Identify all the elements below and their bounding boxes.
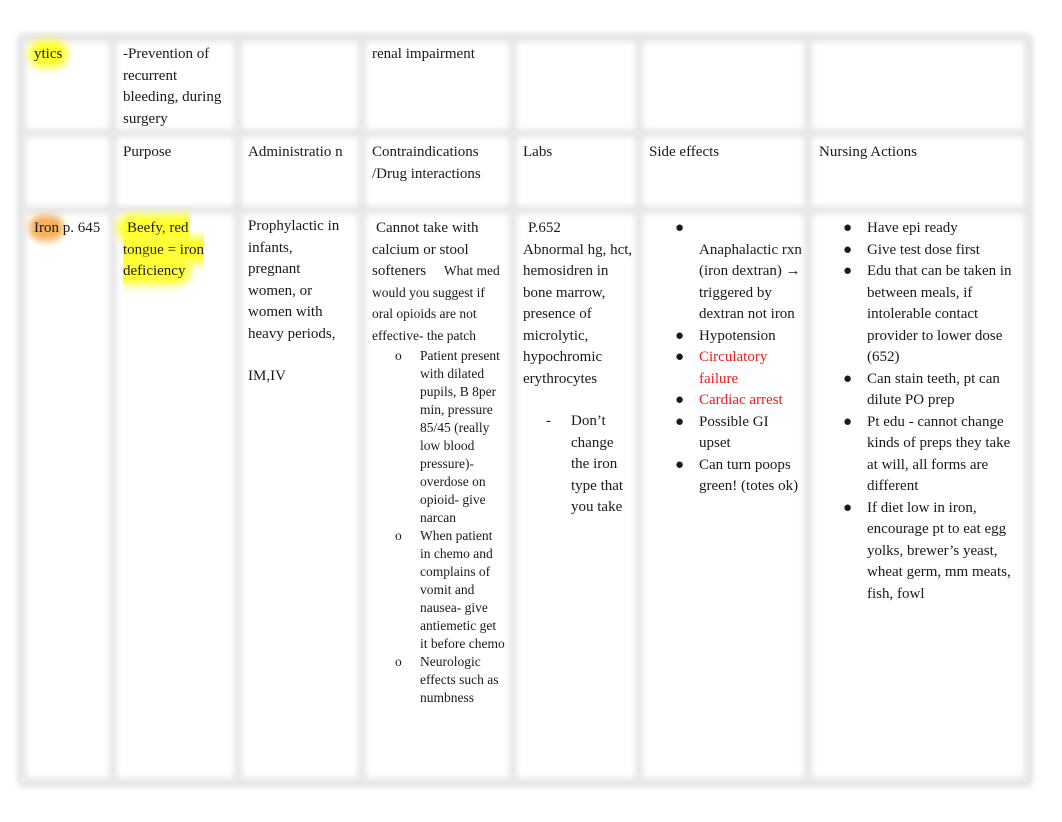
list-item-text <box>699 220 703 236</box>
administration-cell: Prophylactic in infants, pregnant women,… <box>248 216 340 388</box>
bullet-marker: ● <box>843 370 853 387</box>
bullet-marker: ● <box>843 263 853 279</box>
nursing-action-item: ● Pt edu - cannot change kinds of preps t… <box>843 412 1023 498</box>
side-effects-cell: ● Anaphalactic rxn (iron dextran) → trig… <box>675 218 803 498</box>
labs-text: Abnormal hg, hct, hemosidren in bone mar… <box>523 241 633 387</box>
bullet-marker: ● <box>843 499 853 516</box>
administration-text: Prophylactic in infants, pregnant women,… <box>248 218 340 342</box>
side-effect-item: ● Cardiac arrest <box>675 390 803 412</box>
bullet-marker: ● <box>675 220 685 236</box>
list-item-text: Can turn poops green! (totes ok) <box>699 456 799 495</box>
highlighted-purpose: Beefy, red tongue = iron deficiency <box>123 220 204 279</box>
drug-name-cell: ytics <box>34 44 63 66</box>
list-item-text: Anaphalactic rxn (iron dextran) → trigge… <box>699 241 802 323</box>
labs-cell: P.652 Abnormal hg, hct, hemosidren in bo… <box>523 218 635 519</box>
header-labs: Labs <box>523 144 553 160</box>
list-item-text: If diet low in iron, encourage pt to eat… <box>867 499 1011 602</box>
nursing-action-item: ● Edu that can be taken in between meals,… <box>843 261 1023 369</box>
header-administration: Administratio n <box>248 144 343 160</box>
bullet-marker: o <box>395 654 402 669</box>
nursing-action-item: ● Have epi ready <box>843 218 1023 240</box>
contraindication-subitem: o Neurologic effects such as numbness <box>372 653 506 707</box>
list-item-text: Can stain teeth, pt can dilute PO prep <box>867 370 1000 409</box>
grid-line <box>635 38 643 782</box>
list-item-text: Give test dose first <box>867 241 980 258</box>
bullet-marker: ● <box>675 392 685 408</box>
contraindication-subitem: o When patient in chemo and complains of … <box>372 527 506 653</box>
list-item-text: Possible GI upset <box>699 413 769 452</box>
side-effects-list: ● Anaphalactic rxn (iron dextran) → trig… <box>675 218 803 498</box>
bullet-marker: ● <box>675 349 685 365</box>
side-effect-item: ● <box>675 218 803 240</box>
grid-line <box>22 778 1028 786</box>
administration-route: IM,IV <box>248 368 286 384</box>
list-item-text: When patient in chemo and complains of v… <box>420 528 505 651</box>
drug-page-ref: p. 645 <box>59 220 101 236</box>
grid-line <box>22 206 1028 214</box>
grid-line <box>18 38 26 782</box>
nursing-action-item: ● Give test dose first <box>843 240 1023 262</box>
nursing-actions-cell: ● Have epi ready ● Give test dose first ● Ed… <box>843 218 1023 605</box>
nursing-action-item: ● If diet low in iron, encourage pt to ea… <box>843 498 1023 606</box>
labs-sublist: - Don’t change the iron type that you tak… <box>523 411 635 519</box>
grid-line <box>109 38 117 782</box>
highlighted-drug-name: Iron <box>34 220 59 236</box>
header-side-effects: Side effects <box>649 144 720 160</box>
bullet-marker: ● <box>675 456 685 473</box>
bullet-marker: o <box>395 348 402 363</box>
contraindications-cell: Cannot take with calcium or stool soften… <box>372 218 506 707</box>
contraindications-cell: renal impairment <box>372 46 475 62</box>
side-effect-item: Anaphalactic rxn (iron dextran) → trigge… <box>675 240 803 326</box>
grid-line <box>1024 38 1032 782</box>
grid-line <box>22 129 1028 137</box>
header-purpose: Purpose <box>123 144 172 160</box>
purpose-cell: Beefy, red tongue = iron deficiency <box>123 218 223 283</box>
header-nursing-actions: Nursing Actions <box>819 144 917 160</box>
nursing-action-item: ● Can stain teeth, pt can dilute PO prep <box>843 369 1023 412</box>
grid-line <box>358 38 366 782</box>
purpose-cell: -Prevention of recurrent bleeding, durin… <box>123 46 222 127</box>
list-item-text: Don’t change the iron type that you take <box>571 413 624 515</box>
side-effect-item: ● Possible GI upset <box>675 412 803 455</box>
bullet-marker: ● <box>843 220 853 236</box>
header-contraindications: Contraindications /Drug interactions <box>372 144 481 182</box>
list-item-text: Pt edu - cannot change kinds of preps th… <box>867 413 1011 495</box>
contraindication-subitem: o Patient present with dilated pupils, B … <box>372 347 506 527</box>
labs-subitem: - Don’t change the iron type that you tak… <box>523 411 635 519</box>
bullet-marker: o <box>395 528 402 543</box>
bullet-marker: - <box>546 413 551 429</box>
grid-line <box>804 38 812 782</box>
bullet-marker: ● <box>675 413 685 430</box>
list-item-text: Neurologic effects such as numbness <box>420 654 499 705</box>
bullet-marker: ● <box>675 327 685 344</box>
highlighted-drug-name: ytics <box>34 46 63 62</box>
bullet-marker: ● <box>843 413 853 430</box>
list-item-text: Have epi ready <box>867 220 958 236</box>
list-item-text: Cardiac arrest <box>699 392 783 408</box>
nursing-actions-list: ● Have epi ready ● Give test dose first ● Ed… <box>843 218 1023 605</box>
bullet-marker: ● <box>843 241 853 258</box>
contraindications-sublist: o Patient present with dilated pupils, B … <box>372 347 506 707</box>
grid-line <box>22 34 1028 42</box>
list-item-text: Patient present with dilated pupils, B 8… <box>420 348 500 525</box>
labs-page-ref: P.652 <box>528 220 561 236</box>
side-effect-item: ● Circulatory failure <box>675 347 803 390</box>
list-item-text: Circulatory failure <box>699 349 768 387</box>
side-effect-item: ● Hypotension <box>675 326 803 348</box>
list-item-text: Edu that can be taken in between meals, … <box>867 263 1012 365</box>
grid-line <box>234 38 242 782</box>
list-item-text: Hypotension <box>699 327 776 344</box>
grid-line <box>509 38 517 782</box>
drug-name-cell: Iron p. 645 <box>34 218 114 240</box>
side-effect-item: ● Can turn poops green! (totes ok) <box>675 455 803 498</box>
